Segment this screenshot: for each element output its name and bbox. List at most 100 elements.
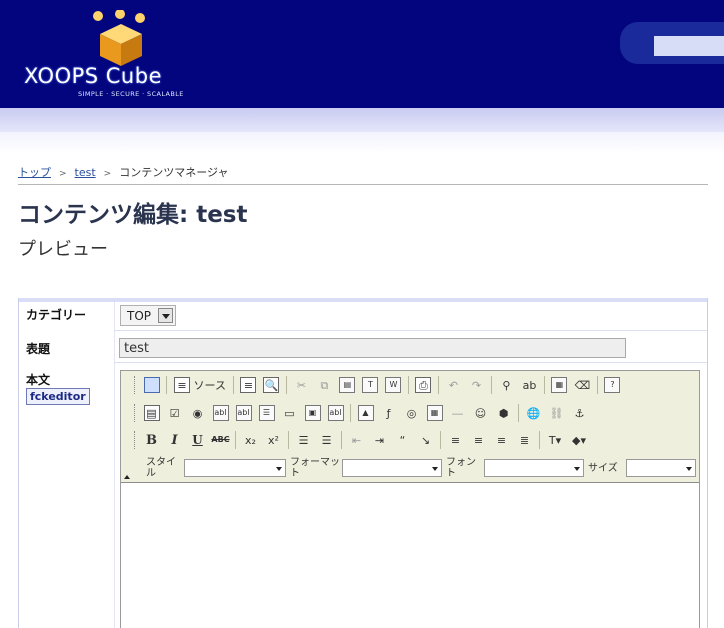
remove-format-button[interactable]: ⌫ (571, 374, 594, 396)
chevron-down-icon[interactable] (158, 308, 173, 323)
toolbar-grip (134, 376, 137, 394)
image-button-field-button[interactable]: ▣ (301, 402, 324, 424)
site-header: XOOPS Cube SIMPLE · SECURE · SCALABLE (0, 0, 724, 108)
indent-icon: ⇥ (374, 433, 385, 447)
undo-button[interactable]: ↶ (442, 374, 465, 396)
cube-logo-icon (93, 10, 145, 66)
select-all-button[interactable]: ▦ (548, 374, 571, 396)
fckeditor-badge[interactable]: fckeditor (26, 388, 90, 405)
breadcrumb-test-link[interactable]: test (75, 166, 96, 179)
size-label: サイズ (588, 462, 618, 474)
bold-button[interactable]: B (140, 429, 163, 451)
smiley-button[interactable]: ☺ (469, 402, 492, 424)
header-search-input[interactable] (654, 36, 724, 56)
binoculars-icon: ⚲ (502, 378, 511, 392)
radio-icon: ◉ (192, 406, 203, 420)
italic-icon: I (171, 432, 178, 448)
subject-input[interactable] (119, 338, 626, 358)
horizontal-rule-icon: ― (452, 406, 463, 420)
font-label: フォント (446, 457, 476, 479)
toolbar-grip (134, 404, 137, 422)
header-band-fade (0, 132, 724, 154)
ordered-list-button[interactable]: ☰ (292, 429, 315, 451)
align-center-button[interactable]: ≡ (467, 429, 490, 451)
paste-button[interactable]: ▤ (336, 374, 359, 396)
italic-button[interactable]: I (163, 429, 186, 451)
help-icon: ? (604, 377, 621, 393)
format-combo[interactable] (342, 459, 442, 477)
link-button[interactable]: 🌐 (522, 402, 545, 424)
replace-button[interactable]: ab (518, 374, 541, 396)
select-field-button[interactable]: ☰ (255, 402, 278, 424)
page-title: コンテンツ編集: test (18, 202, 248, 228)
editor-content-area[interactable] (121, 482, 699, 628)
redo-button[interactable]: ↷ (465, 374, 488, 396)
new-page-button[interactable]: ≡ (237, 374, 260, 396)
find-button[interactable]: ⚲ (495, 374, 518, 396)
format-label: フォーマット (290, 457, 340, 479)
category-label: カテゴリー (26, 308, 87, 322)
toolbar-separator (350, 404, 351, 422)
horizontal-rule-button[interactable]: ― (446, 402, 469, 424)
toolbar-collapse-toggle[interactable] (122, 472, 132, 482)
toolbar-separator (490, 376, 492, 394)
paste-text-button[interactable]: T (359, 374, 382, 396)
flash-icon: ƒ (386, 406, 391, 420)
form-button[interactable]: ▤ (140, 402, 163, 424)
media-button[interactable]: ◎ (400, 402, 423, 424)
style-combo[interactable] (184, 459, 286, 477)
size-combo[interactable] (626, 459, 696, 477)
blockquote-button[interactable]: “ (391, 429, 414, 451)
unlink-button[interactable]: ⛓ (545, 402, 568, 424)
breadcrumb-top-link[interactable]: トップ (18, 166, 51, 179)
about-button[interactable]: ? (601, 374, 624, 396)
toolbar-separator (440, 431, 441, 449)
xoops-cube-logo[interactable]: XOOPS Cube SIMPLE · SECURE · SCALABLE (22, 10, 202, 100)
anchor-icon: ⚓ (574, 406, 585, 420)
editor-format-row: スタイル フォーマット フォント サイズ (142, 456, 696, 480)
hidden-field-button[interactable]: abl (324, 402, 347, 424)
unordered-list-button[interactable]: ☰ (315, 429, 338, 451)
font-combo[interactable] (484, 459, 584, 477)
align-right-button[interactable]: ≡ (490, 429, 513, 451)
indent-button[interactable]: ⇥ (368, 429, 391, 451)
align-left-button[interactable]: ≡ (444, 429, 467, 451)
button-field-button[interactable]: ▭ (278, 402, 301, 424)
text-field-button[interactable]: abl (209, 402, 232, 424)
radio-button[interactable]: ◉ (186, 402, 209, 424)
undo-icon: ↶ (448, 378, 459, 392)
paste-word-button[interactable]: W (382, 374, 405, 396)
media-icon: ◎ (406, 406, 417, 420)
image-button[interactable]: ▲ (354, 402, 377, 424)
text-field-icon: abl (212, 405, 229, 421)
body-label: 本文 (26, 373, 51, 387)
maximize-icon (143, 377, 160, 393)
toolbar-separator (539, 431, 540, 449)
flash-button[interactable]: ƒ (377, 402, 400, 424)
print-button[interactable]: ⎙ (412, 374, 435, 396)
category-select-value: TOP (127, 309, 152, 323)
cut-button[interactable]: ✂ (290, 374, 313, 396)
copy-button[interactable]: ⧉ (313, 374, 336, 396)
justify-button[interactable]: ≣ (513, 429, 536, 451)
strikethrough-button[interactable]: ABC (209, 429, 232, 451)
align-left-icon: ≡ (450, 433, 461, 447)
superscript-button[interactable]: x² (262, 429, 285, 451)
source-button[interactable]: ≡ ソース (170, 374, 230, 396)
fit-window-button[interactable] (140, 374, 163, 396)
create-div-button[interactable]: ↘ (414, 429, 437, 451)
table-button[interactable]: ▦ (423, 402, 446, 424)
paste-text-icon: T (362, 377, 379, 393)
category-select[interactable]: TOP (120, 305, 176, 326)
outdent-button[interactable]: ⇤ (345, 429, 368, 451)
preview-button[interactable]: 🔍 (260, 374, 283, 396)
text-color-button[interactable]: T▾ (543, 429, 567, 451)
subscript-button[interactable]: x₂ (239, 429, 262, 451)
breadcrumb-divider (18, 184, 708, 185)
anchor-button[interactable]: ⚓ (568, 402, 591, 424)
underline-button[interactable]: U (186, 429, 209, 451)
background-color-button[interactable]: ◆▾ (567, 429, 591, 451)
special-char-button[interactable]: ⬢ (492, 402, 515, 424)
checkbox-button[interactable]: ☑ (163, 402, 186, 424)
textarea-button[interactable]: abl (232, 402, 255, 424)
